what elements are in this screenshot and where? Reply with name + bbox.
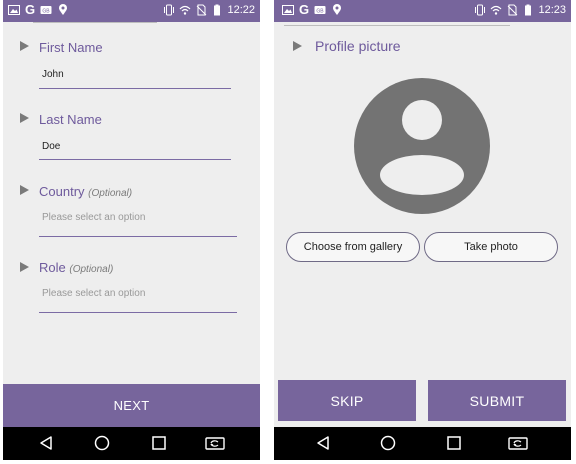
screen-rotate-icon[interactable] [508,435,528,451]
expand-arrow-icon [20,113,29,123]
take-photo-button[interactable]: Take photo [424,232,558,262]
expand-arrow-icon [20,262,29,272]
recents-icon[interactable] [151,435,167,451]
country-select[interactable]: Please select an option [42,212,145,223]
home-icon[interactable] [94,435,110,451]
phone-screen-profile: G GB 12:23 Profile picture Choose from g… [274,0,571,460]
skip-button[interactable]: SKIP [278,380,416,421]
status-bar: G GB 12:22 [3,0,260,22]
field-label-row: Country (Optional) [39,184,132,199]
avatar-body-shape [380,155,464,195]
image-icon [282,5,294,15]
field-label: Last Name [39,112,102,127]
expand-arrow-icon [20,185,29,195]
phone-screen-form: G GB 12:22 First Name John Last Name Doe… [3,0,260,460]
navigation-bar [274,427,571,460]
field-label: First Name [39,40,103,55]
svg-text:GB: GB [317,8,325,14]
input-underline [39,88,231,89]
wifi-icon [491,5,502,15]
expand-arrow-icon [20,41,29,51]
image-icon [8,5,20,15]
cast-icon: GB [40,6,52,14]
location-icon [333,4,342,15]
input-underline [39,236,237,237]
field-label: Role [39,260,66,275]
battery-icon [214,4,221,16]
navigation-bar [3,427,260,460]
next-button[interactable]: NEXT [3,384,260,427]
status-time: 12:22 [227,4,255,16]
no-sim-icon [508,4,518,16]
optional-tag: (Optional) [69,264,114,275]
svg-text:GB: GB [43,8,51,14]
field-label: Country [39,184,85,199]
role-select[interactable]: Please select an option [42,288,145,299]
submit-button[interactable]: SUBMIT [428,380,566,421]
input-underline [39,159,231,160]
status-time: 12:23 [538,4,566,16]
wifi-icon [180,5,191,15]
avatar-placeholder[interactable] [354,78,490,214]
status-bar: G GB 12:23 [274,0,571,22]
back-icon[interactable] [315,435,331,451]
recents-icon[interactable] [446,435,462,451]
vibrate-icon [475,4,486,16]
vibrate-icon [164,4,175,16]
field-label-row: Role (Optional) [39,260,113,275]
google-icon: G [25,2,36,17]
optional-tag: (Optional) [88,188,133,199]
home-icon[interactable] [380,435,396,451]
profile-picture-label: Profile picture [315,38,401,54]
expand-arrow-icon [293,41,302,51]
choose-from-gallery-button[interactable]: Choose from gallery [286,232,420,262]
last-name-input[interactable]: Doe [42,141,60,152]
no-sim-icon [197,4,207,16]
input-underline [39,312,237,313]
screen-rotate-icon[interactable] [205,435,225,451]
google-icon: G [299,2,310,17]
divider [33,22,157,23]
battery-icon [525,4,532,16]
location-icon [59,4,68,15]
back-icon[interactable] [38,435,54,451]
divider [284,25,510,26]
cast-icon: GB [314,6,326,14]
avatar-head-shape [402,100,442,140]
first-name-input[interactable]: John [42,69,64,80]
